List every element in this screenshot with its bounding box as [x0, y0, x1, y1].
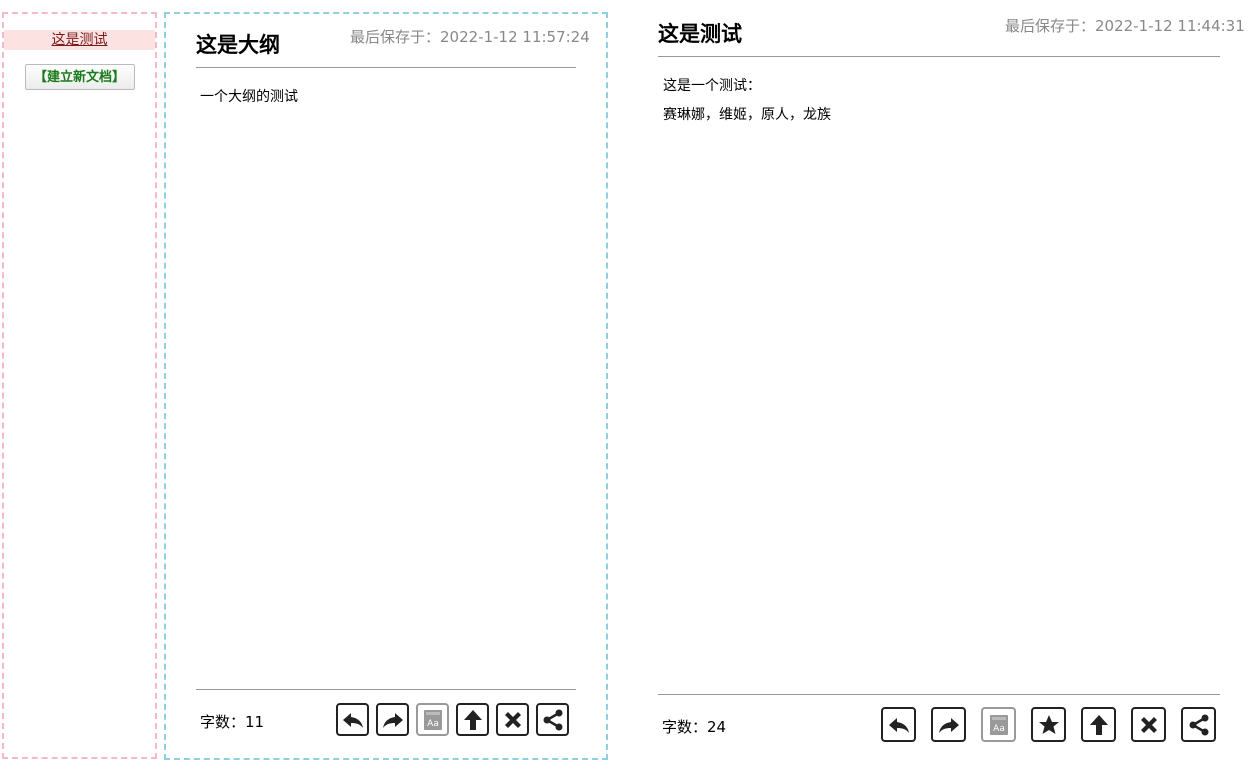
document-editor[interactable]: 这是一个测试： 赛琳娜，维姬，原人，龙族 [663, 72, 1213, 130]
arrow-up-icon [463, 709, 482, 730]
font-icon: Aa [423, 709, 442, 730]
undo-button[interactable] [336, 703, 369, 736]
move-up-button[interactable] [456, 703, 489, 736]
svg-text:Aa: Aa [993, 724, 1005, 734]
svg-text:Aa: Aa [427, 719, 439, 729]
new-document-button[interactable]: 【建立新文档】 [24, 64, 135, 90]
document-divider [658, 56, 1220, 57]
font-button[interactable]: Aa [416, 703, 449, 736]
redo-icon [938, 717, 959, 733]
font-button[interactable]: Aa [981, 707, 1016, 742]
delete-button[interactable] [1131, 707, 1166, 742]
outline-last-saved: 最后保存于：2022-1-12 11:57:24 [350, 28, 590, 46]
close-icon [504, 711, 521, 728]
sidebar-item-doc[interactable]: 这是测试 [4, 30, 155, 50]
document-title[interactable]: 这是测试 [658, 18, 742, 48]
share-icon [543, 709, 562, 730]
outline-divider [196, 67, 576, 68]
outline-pane [164, 12, 608, 760]
redo-button[interactable] [931, 707, 966, 742]
star-button[interactable] [1031, 707, 1066, 742]
undo-button[interactable] [881, 707, 916, 742]
outline-editor[interactable]: 一个大纲的测试 [200, 83, 570, 112]
document-sidebar: 这是测试 【建立新文档】 [2, 12, 157, 759]
document-paragraph: 赛琳娜，维姬，原人，龙族 [663, 107, 831, 123]
outline-paragraph: 一个大纲的测试 [200, 89, 298, 105]
arrow-up-icon [1089, 714, 1108, 735]
redo-icon [382, 712, 403, 728]
document-word-count: 字数：24 [662, 718, 727, 736]
share-icon [1189, 714, 1208, 735]
share-button[interactable] [536, 703, 569, 736]
undo-icon [342, 712, 363, 728]
font-icon: Aa [989, 714, 1008, 735]
outline-title[interactable]: 这是大纲 [196, 29, 280, 59]
share-button[interactable] [1181, 707, 1216, 742]
delete-button[interactable] [496, 703, 529, 736]
undo-icon [888, 717, 909, 733]
document-paragraph: 这是一个测试： [663, 78, 761, 94]
redo-button[interactable] [376, 703, 409, 736]
star-icon [1038, 714, 1059, 734]
document-footer-divider [658, 694, 1220, 695]
close-icon [1140, 716, 1157, 733]
outline-toolbar: Aa [336, 703, 569, 736]
document-last-saved: 最后保存于：2022-1-12 11:44:31 [1005, 17, 1245, 35]
outline-word-count: 字数：11 [200, 713, 265, 731]
move-up-button[interactable] [1081, 707, 1116, 742]
document-toolbar: Aa [881, 707, 1216, 742]
outline-footer-divider [196, 689, 576, 690]
